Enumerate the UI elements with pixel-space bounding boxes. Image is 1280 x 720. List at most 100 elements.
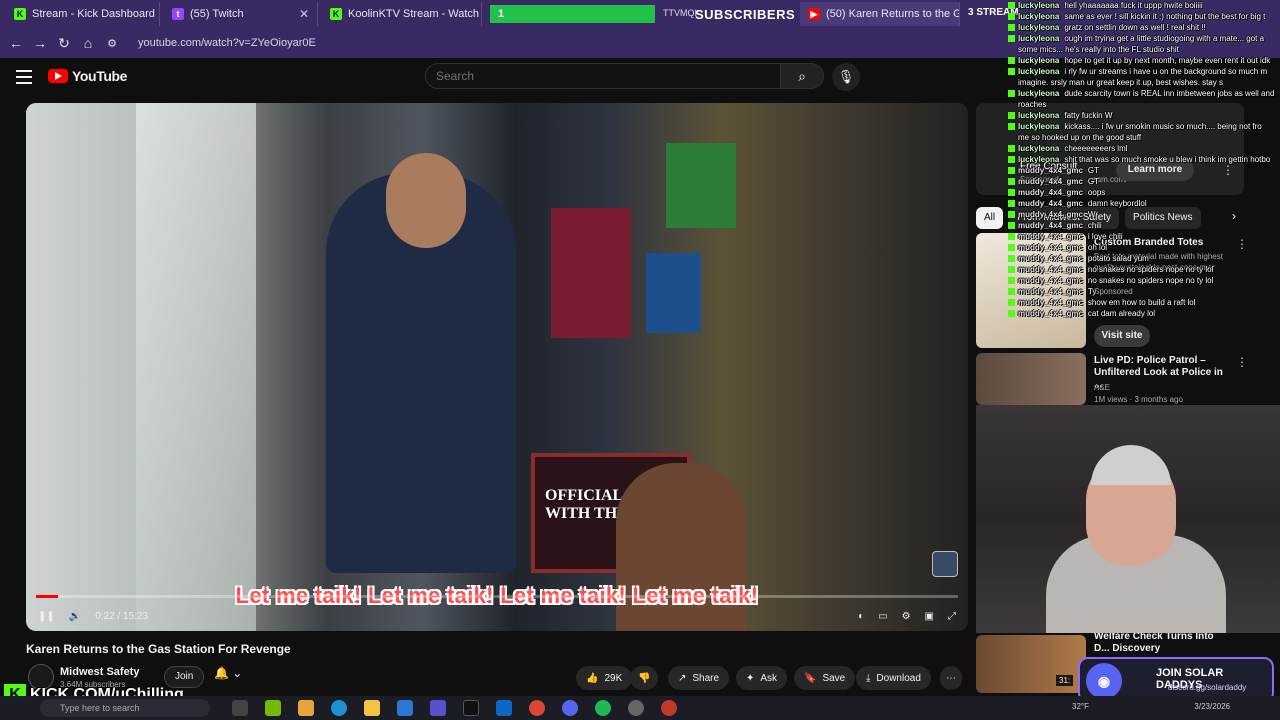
more-vert-icon[interactable]: ⋮	[1236, 355, 1248, 369]
discord-icon[interactable]	[562, 700, 578, 716]
settings-icon[interactable]: ⚙	[902, 611, 911, 622]
tab-youtube-video[interactable]: ▶ (50) Karen Returns to the G ✕	[800, 2, 960, 26]
chat-username[interactable]: muddy_4x4_gmc	[1018, 254, 1083, 263]
volume-icon[interactable]: 🔊	[69, 611, 81, 622]
chat-username[interactable]: muddy_4x4_gmc	[1018, 210, 1083, 219]
fullscreen-icon[interactable]: ⤢	[948, 611, 956, 622]
nvidia-icon[interactable]	[265, 700, 281, 716]
chat-username[interactable]: luckyleona	[1018, 67, 1059, 76]
home-icon[interactable]: ⌂	[76, 35, 100, 51]
thumbs-down-icon: 👎	[638, 672, 651, 684]
chat-username[interactable]: muddy_4x4_gmc	[1018, 232, 1083, 241]
chat-username[interactable]: luckyleona	[1018, 155, 1059, 164]
visit-site-button[interactable]: Visit site	[1094, 325, 1150, 347]
search-box[interactable]	[425, 63, 781, 89]
channel-watermark[interactable]	[932, 551, 958, 577]
kick-badge-icon	[1008, 35, 1015, 43]
ask-button[interactable]: ✦ Ask	[736, 666, 788, 690]
chat-text: ough im tryina get a little studiogoing …	[1064, 34, 1265, 43]
like-button[interactable]: 👍 29K	[576, 666, 633, 690]
captions-icon[interactable]: ▭	[878, 611, 887, 622]
download-button[interactable]: ⤓ Download	[856, 666, 931, 690]
app-icon[interactable]	[298, 700, 314, 716]
video-thumbnail[interactable]	[976, 353, 1086, 405]
autoplay-toggle[interactable]: ◐	[858, 611, 864, 622]
chat-username[interactable]: luckyleona	[1018, 34, 1059, 43]
chat-username[interactable]: muddy_4x4_gmc	[1018, 199, 1083, 208]
channel-name[interactable]: Midwest Safety	[60, 666, 139, 678]
chrome-icon[interactable]	[529, 700, 545, 716]
bell-icon[interactable]: 🔔 ⌄	[214, 666, 242, 680]
spotify-icon[interactable]	[595, 700, 611, 716]
recommended-video-title[interactable]: Live PD: Police Patrol – Unfiltered Look…	[1094, 355, 1234, 391]
site-info-icon[interactable]: ⚙	[100, 37, 124, 50]
chat-username[interactable]: muddy_4x4_gmc	[1018, 221, 1083, 230]
save-button[interactable]: 🔖 Save	[794, 666, 856, 690]
screen: K Stream - Kick Dashboard ✕ t (55) Twitc…	[0, 0, 1280, 720]
chat-text: oh lol	[1087, 243, 1108, 252]
chat-username[interactable]: luckyleona	[1018, 89, 1059, 98]
miniplayer-icon[interactable]: ▣	[925, 611, 934, 622]
chat-username[interactable]: muddy_4x4_gmc	[1018, 276, 1083, 285]
url-field[interactable]: youtube.com/watch?v=ZYeOioyar0E	[138, 37, 316, 49]
chat-username[interactable]: muddy_4x4_gmc	[1018, 298, 1083, 307]
video-duration: 31:	[1056, 675, 1074, 686]
chat-username[interactable]: luckyleona	[1018, 1, 1059, 10]
store-icon[interactable]	[397, 700, 413, 716]
obs-icon[interactable]	[661, 700, 677, 716]
chat-text: same as ever ! sill kickin it :) nothing…	[1064, 12, 1266, 21]
tab-title: (55) Twitch	[190, 8, 244, 20]
video-player[interactable]: OFFICIAL B... WITH THE FI... Let me taik…	[26, 103, 968, 631]
tab-kick-dashboard[interactable]: K Stream - Kick Dashboard ✕	[6, 2, 160, 26]
chat-username[interactable]: luckyleona	[1018, 111, 1059, 120]
video-scene-door	[136, 103, 256, 631]
chat-text: cheeeeeeeers lml	[1064, 144, 1128, 153]
recommended-video-title[interactable]: Welfare Check Turns Into D... Discovery	[1094, 631, 1224, 655]
video-progress-bar[interactable]	[36, 595, 958, 598]
taskbar-search[interactable]: Type here to search	[40, 699, 210, 717]
tiktok-icon[interactable]	[463, 700, 479, 716]
dislike-button[interactable]: 👎	[630, 666, 659, 690]
chat-username[interactable]: muddy_4x4_gmc	[1018, 243, 1083, 252]
file-explorer-icon[interactable]	[364, 700, 380, 716]
edge-icon[interactable]	[331, 700, 347, 716]
reload-icon[interactable]: ↻	[52, 35, 76, 52]
kick-badge-icon	[1008, 156, 1015, 164]
chip-all[interactable]: All	[976, 207, 1004, 229]
chat-username[interactable]: muddy_4x4_gmc	[1018, 309, 1083, 318]
close-icon[interactable]: ✕	[299, 7, 309, 21]
video-thumbnail[interactable]: 31:	[976, 635, 1086, 693]
youtube-logo[interactable]: YouTube	[48, 68, 127, 84]
chat-username[interactable]: luckyleona	[1018, 56, 1059, 65]
chat-username[interactable]: muddy_4x4_gmc	[1018, 177, 1083, 186]
pause-icon[interactable]: ❚❚	[38, 611, 55, 622]
chat-username[interactable]: luckyleona	[1018, 23, 1059, 32]
chat-username[interactable]: muddy_4x4_gmc	[1018, 287, 1083, 296]
chat-username[interactable]: luckyleona	[1018, 12, 1059, 21]
chat-username[interactable]: muddy_4x4_gmc	[1018, 188, 1083, 197]
recommended-video-channel[interactable]: A&E	[1094, 383, 1110, 392]
back-icon[interactable]: ←	[4, 35, 28, 51]
app-icon[interactable]	[430, 700, 446, 716]
tab-twitch[interactable]: t (55) Twitch ✕	[164, 2, 318, 26]
search-input[interactable]	[436, 64, 780, 88]
taskbar-date[interactable]: 3/23/2026	[1194, 702, 1230, 711]
chat-username[interactable]: muddy_4x4_gmc	[1018, 265, 1083, 274]
kick-badge-icon	[1008, 167, 1015, 175]
forward-icon[interactable]: →	[28, 35, 52, 51]
weather-temp[interactable]: 32°F	[1072, 702, 1089, 711]
chat-message: muddy_4x4_gmc W	[1008, 209, 1280, 220]
chat-username[interactable]: luckyleona	[1018, 122, 1059, 131]
share-button[interactable]: ↗ Share	[668, 666, 730, 690]
search-button[interactable]: ⌕	[780, 63, 824, 89]
app-icon[interactable]	[496, 700, 512, 716]
chat-username[interactable]: muddy_4x4_gmc	[1018, 166, 1083, 175]
tab-koolinktv[interactable]: K KoolinKTV Stream - Watch Live ✕	[322, 2, 482, 26]
subscriber-goal-count: 1	[490, 5, 655, 23]
menu-icon[interactable]	[16, 70, 32, 84]
settings-icon[interactable]	[628, 700, 644, 716]
more-actions-button[interactable]: ⋯	[940, 666, 962, 690]
voice-search-button[interactable]: 🎙	[832, 63, 860, 91]
task-view-icon[interactable]	[232, 700, 248, 716]
chat-username[interactable]: luckyleona	[1018, 144, 1059, 153]
